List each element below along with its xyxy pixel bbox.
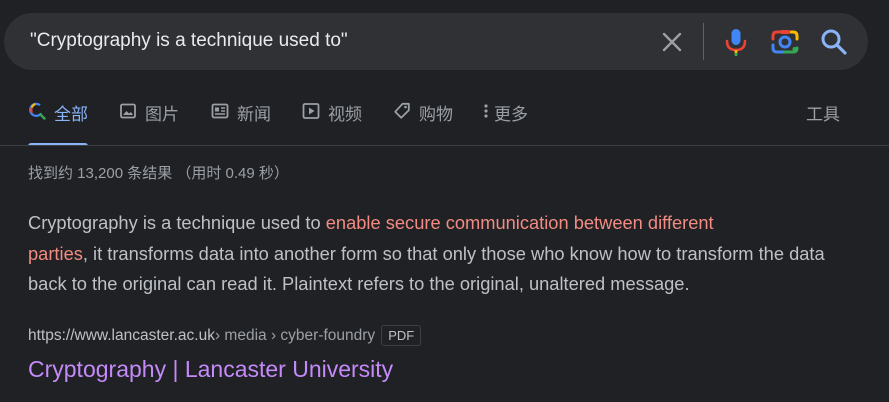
tools-label: 工具 — [806, 105, 840, 124]
search-tabs: 全部 图片 新闻 视频 购物 更多 工具 — [0, 100, 889, 146]
tab-images-label: 图片 — [145, 105, 179, 124]
tab-news-label: 新闻 — [237, 105, 271, 124]
snippet-text-start: Cryptography is a technique used to — [28, 212, 326, 233]
news-icon — [211, 102, 229, 120]
tab-videos-label: 视频 — [328, 105, 362, 124]
result-url[interactable]: https://www.lancaster.ac.uk › media › cy… — [28, 325, 422, 346]
url-path: › media › cyber-foundry — [214, 326, 376, 344]
tab-images[interactable]: 图片 — [119, 100, 179, 146]
camera-search-icon[interactable] — [769, 27, 801, 57]
tab-shopping[interactable]: 购物 — [393, 100, 453, 146]
snippet-text-end: , it transforms data into another form s… — [28, 242, 825, 295]
tabs-divider — [0, 145, 889, 146]
tools-button[interactable]: 工具 — [806, 100, 840, 146]
result-title-link[interactable]: Cryptography | Lancaster University — [28, 356, 393, 383]
file-type-badge: PDF — [381, 325, 422, 346]
featured-snippet: Cryptography is a technique used to enab… — [28, 208, 858, 300]
tab-more[interactable]: 更多 — [482, 100, 528, 146]
tab-more-label: 更多 — [494, 105, 528, 124]
search-bar[interactable]: "Cryptography is a technique used to" — [4, 13, 868, 70]
microphone-icon[interactable] — [722, 27, 750, 57]
snippet-highlight-continued: parties — [28, 242, 83, 264]
image-icon — [119, 102, 137, 120]
clear-icon[interactable] — [660, 30, 684, 54]
search-icon — [28, 102, 46, 120]
video-icon — [302, 102, 320, 120]
search-input[interactable]: "Cryptography is a technique used to" — [30, 30, 348, 52]
snippet-highlight: enable secure communication between diff… — [325, 212, 714, 233]
tab-all-label: 全部 — [54, 105, 88, 124]
result-stats: 找到约 13,200 条结果 （用时 0.49 秒） — [28, 165, 289, 182]
tab-videos[interactable]: 视频 — [302, 100, 362, 146]
tag-icon — [393, 102, 411, 120]
tab-news[interactable]: 新闻 — [211, 100, 271, 146]
search-bar-divider — [703, 23, 704, 60]
tab-shopping-label: 购物 — [419, 105, 453, 124]
url-domain: https://www.lancaster.ac.uk — [28, 326, 215, 344]
more-vertical-icon — [482, 102, 490, 120]
tab-all[interactable]: 全部 — [28, 100, 88, 146]
search-icon[interactable] — [819, 27, 849, 57]
